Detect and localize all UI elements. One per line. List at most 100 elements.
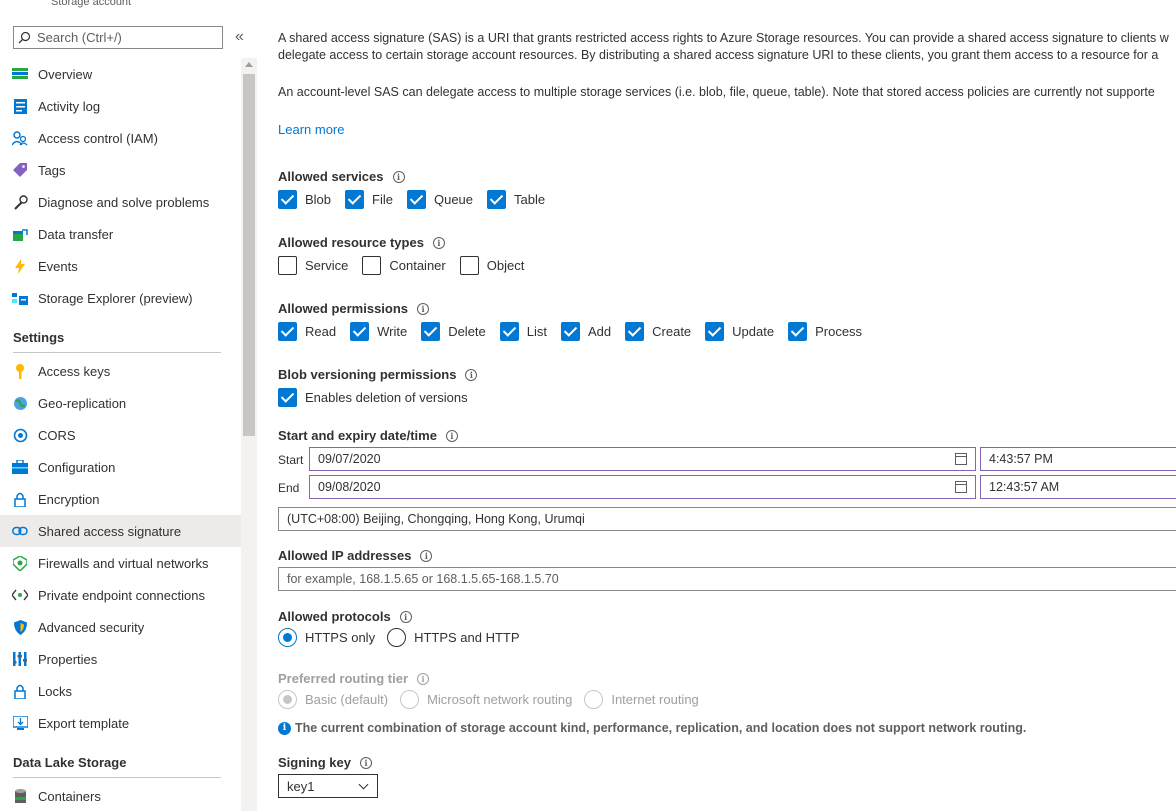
sidebar-item-label: Access control (IAM) xyxy=(38,130,158,146)
info-icon[interactable]: i xyxy=(417,672,430,685)
sidebar-item-label: Events xyxy=(38,258,78,274)
sidebar-item-overview[interactable]: Overview xyxy=(0,58,241,90)
sidebar-item-configuration[interactable]: Configuration xyxy=(0,451,241,483)
settings-heading: Settings xyxy=(13,330,65,345)
checkbox-update[interactable]: Update xyxy=(705,321,775,341)
collapse-sidebar-button[interactable]: « xyxy=(235,28,244,46)
radio-label: HTTPS only xyxy=(305,629,376,645)
start-expiry-label: Start and expiry date/time i xyxy=(278,428,458,443)
sidebar-item-activity-log[interactable]: Activity log xyxy=(0,90,241,122)
info-icon[interactable]: i xyxy=(417,302,430,315)
radio-label: Basic (default) xyxy=(305,691,389,707)
checkbox-container[interactable]: Container xyxy=(362,255,446,275)
sidebar-item-encryption[interactable]: Encryption xyxy=(0,483,241,515)
checkbox-queue[interactable]: Queue xyxy=(406,189,473,209)
blob-versioning-label: Blob versioning permissions i xyxy=(278,367,478,382)
radio-https-only[interactable]: HTTPS only xyxy=(278,627,376,647)
sidebar-item-firewalls[interactable]: Firewalls and virtual networks xyxy=(0,547,241,579)
start-expiry-text: Start and expiry date/time xyxy=(278,428,437,443)
wrench-icon xyxy=(12,194,28,210)
radio-https-and-http[interactable]: HTTPS and HTTP xyxy=(387,627,520,647)
checkbox-read[interactable]: Read xyxy=(278,321,337,341)
checkbox-list[interactable]: List xyxy=(499,321,547,341)
checkbox-label: Process xyxy=(815,323,863,339)
info-icon[interactable]: i xyxy=(445,429,458,442)
sidebar-item-export-template[interactable]: Export template xyxy=(0,707,241,739)
info-icon[interactable]: i xyxy=(359,756,372,769)
sidebar-scroll-thumb[interactable] xyxy=(243,74,255,436)
search-input[interactable]: Search (Ctrl+/) xyxy=(13,26,223,49)
checkbox-label: Update xyxy=(732,323,775,339)
calendar-icon[interactable] xyxy=(955,481,967,493)
checkbox-write[interactable]: Write xyxy=(350,321,407,341)
sidebar-item-label: Containers xyxy=(38,788,101,804)
signing-key-dropdown[interactable]: key1 xyxy=(278,774,378,798)
allowed-resource-types-text: Allowed resource types xyxy=(278,235,424,250)
export-template-icon xyxy=(12,715,28,731)
checkbox-delete[interactable]: Delete xyxy=(421,321,486,341)
access-control-icon xyxy=(12,130,28,146)
checkbox-object[interactable]: Object xyxy=(459,255,525,275)
allowed-ip-input[interactable]: for example, 168.1.5.65 or 168.1.5.65-16… xyxy=(278,567,1176,591)
sidebar-item-cors[interactable]: CORS xyxy=(0,419,241,451)
sidebar-item-tags[interactable]: Tags xyxy=(0,154,241,186)
radio-label: Microsoft network routing xyxy=(427,691,573,707)
learn-more-link[interactable]: Learn more xyxy=(278,122,344,137)
key-icon xyxy=(12,363,28,379)
info-icon[interactable]: i xyxy=(399,610,412,623)
sidebar-item-access-control[interactable]: Access control (IAM) xyxy=(0,122,241,154)
sidebar-item-events[interactable]: Events xyxy=(0,250,241,282)
radio-label: HTTPS and HTTP xyxy=(414,629,520,645)
intro-paragraph-line-3: An account-level SAS can delegate access… xyxy=(278,85,1155,99)
sidebar-item-shared-access-signature[interactable]: Shared access signature xyxy=(0,515,241,547)
checkbox-process[interactable]: Process xyxy=(788,321,863,341)
start-time-value: 4:43:57 PM xyxy=(989,452,1053,466)
checkbox-file[interactable]: File xyxy=(345,189,393,209)
info-icon[interactable]: i xyxy=(392,170,405,183)
sidebar-item-label: Data transfer xyxy=(38,226,114,242)
checkbox-create[interactable]: Create xyxy=(625,321,691,341)
end-label: End xyxy=(278,481,300,495)
sidebar-item-access-keys[interactable]: Access keys xyxy=(0,355,241,387)
sidebar-item-containers[interactable]: Containers xyxy=(0,780,241,811)
routing-notice-text: The current combination of storage accou… xyxy=(295,721,1027,735)
checkbox-label: Object xyxy=(486,257,525,273)
tag-icon xyxy=(12,162,28,178)
checkbox-table[interactable]: Table xyxy=(487,189,545,209)
sidebar-item-geo-replication[interactable]: Geo-replication xyxy=(0,387,241,419)
sidebar-item-private-endpoint[interactable]: Private endpoint connections xyxy=(0,579,241,611)
sidebar-item-data-transfer[interactable]: Data transfer xyxy=(0,218,241,250)
checkbox-label: Read xyxy=(305,323,337,339)
allowed-services-label: Allowed services i xyxy=(278,169,405,184)
routing-tier-options: Basic (default) Microsoft network routin… xyxy=(278,689,711,709)
scroll-up-arrow-icon[interactable] xyxy=(245,62,253,67)
radio-internet-routing: Internet routing xyxy=(584,689,699,709)
end-time-value: 12:43:57 AM xyxy=(989,480,1060,494)
checkbox-add[interactable]: Add xyxy=(561,321,611,341)
checkbox-service[interactable]: Service xyxy=(278,255,348,275)
checkbox-enable-version-deletion[interactable]: Enables deletion of versions xyxy=(278,387,468,407)
info-icon[interactable]: i xyxy=(465,368,478,381)
checkbox-blob[interactable]: Blob xyxy=(278,189,331,209)
chevron-down-icon xyxy=(358,779,369,790)
sidebar-item-properties[interactable]: Properties xyxy=(0,643,241,675)
sidebar-item-storage-explorer[interactable]: Storage Explorer (preview) xyxy=(0,282,241,314)
checkbox-label: File xyxy=(372,191,393,207)
calendar-icon[interactable] xyxy=(955,453,967,465)
sidebar-item-label: Firewalls and virtual networks xyxy=(38,555,209,571)
end-time-input[interactable]: 12:43:57 AM xyxy=(980,475,1176,499)
search-placeholder: Search (Ctrl+/) xyxy=(37,30,122,45)
sidebar-item-diagnose[interactable]: Diagnose and solve problems xyxy=(0,186,241,218)
info-icon[interactable]: i xyxy=(420,549,433,562)
checkbox-label: Delete xyxy=(448,323,486,339)
start-time-input[interactable]: 4:43:57 PM xyxy=(980,447,1176,471)
end-date-input[interactable]: 09/08/2020 xyxy=(309,475,976,499)
sidebar-item-locks[interactable]: Locks xyxy=(0,675,241,707)
timezone-dropdown[interactable]: (UTC+08:00) Beijing, Chongqing, Hong Kon… xyxy=(278,507,1176,531)
sidebar-item-advanced-security[interactable]: Advanced security xyxy=(0,611,241,643)
sidebar-item-label: CORS xyxy=(38,427,76,443)
intro-paragraph-line-1: A shared access signature (SAS) is a URI… xyxy=(278,31,1169,45)
start-date-input[interactable]: 09/07/2020 xyxy=(309,447,976,471)
info-icon[interactable]: i xyxy=(432,236,445,249)
sidebar-item-label: Activity log xyxy=(38,98,101,114)
